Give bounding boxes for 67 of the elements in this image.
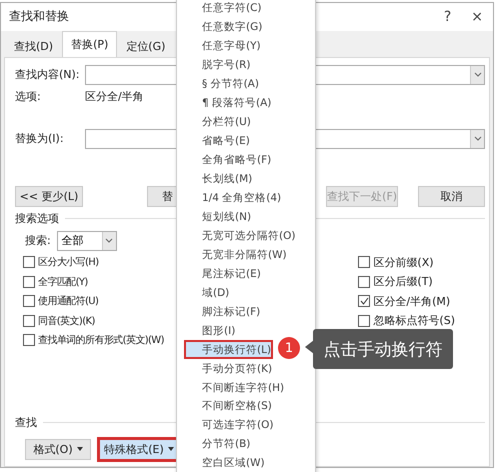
menu-item[interactable]: 空白区域(W) [184, 454, 272, 472]
checkbox[interactable] [23, 334, 35, 346]
checkbox-label: 区分全/半角(M) [373, 294, 450, 309]
checkbox-label: 同音(英文)(K) [38, 314, 95, 328]
dialog-button[interactable]: 取消 [418, 186, 485, 207]
chevron-down-icon [105, 238, 114, 243]
menu-item[interactable]: ¶ 段落符号(A) [184, 94, 274, 113]
checkbox-label: 区分前缀(X) [373, 254, 434, 270]
search-label: 搜索: [25, 233, 51, 248]
checkbox-label: 查找单词的所有形式(英文)(W) [38, 334, 164, 348]
checkbox-label: 忽略标点符号(S) [373, 313, 455, 328]
menu-item[interactable]: § 分节符(A) [184, 74, 272, 94]
field-label: 替换为(I): [15, 131, 65, 146]
checkbox[interactable] [358, 295, 370, 308]
menu-item[interactable]: 省略号(E) [184, 132, 272, 151]
checkbox-label: 使用通配符(U) [38, 294, 98, 308]
chevron-down-icon [474, 72, 482, 77]
menu-item[interactable]: 图形(I) [184, 321, 272, 340]
menu-item[interactable]: 可选连字符(O) [184, 416, 276, 435]
format-button[interactable]: 格式(O) [25, 438, 91, 460]
close-button[interactable]: × [471, 8, 483, 25]
checkbox[interactable] [358, 276, 370, 288]
section-title: 查找 [15, 414, 37, 430]
caret-icon [76, 447, 83, 451]
window-title: 查找和替换 [9, 8, 69, 26]
callout-tooltip: 点击手动换行符 [313, 329, 453, 369]
tab[interactable]: 替换(P) [62, 30, 118, 56]
options-value: 区分全/半角 [85, 89, 144, 104]
checkbox-label: 区分后缀(T) [373, 274, 433, 290]
search-select[interactable]: 全部 [56, 230, 117, 250]
menu-item[interactable]: 分栏符(U) [184, 112, 272, 132]
format-button[interactable]: 特殊格式(E) [99, 438, 179, 460]
chevron-down-icon [474, 136, 482, 141]
menu-item[interactable]: 尾注标记(E) [184, 264, 272, 284]
menu-item[interactable]: 任意字母(Y) [184, 36, 272, 56]
section-title: 搜索选项 [15, 211, 59, 226]
menu-item[interactable]: 短划线(N) [184, 207, 272, 226]
menu-item[interactable]: 手动换行符(L) [184, 340, 274, 360]
checkbox[interactable] [358, 256, 370, 268]
dialog-button[interactable]: << 更少(L) [15, 186, 83, 207]
checkbox-label: 全字匹配(Y) [38, 276, 88, 289]
menu-item[interactable]: 域(D) [184, 283, 272, 302]
checkbox[interactable] [23, 295, 35, 308]
field-label: 查找内容(N): [15, 67, 81, 82]
menu-item[interactable]: 脚注标记(F) [184, 302, 272, 322]
checkbox-label: 区分大小写(H) [38, 256, 99, 270]
options-label: 选项: [15, 89, 42, 104]
menu-item[interactable]: 任意数字(G) [184, 18, 272, 37]
menu-item[interactable]: 不间断连字符(H) [184, 378, 286, 398]
checkbox[interactable] [23, 314, 35, 327]
menu-item[interactable]: 脱字号(R) [184, 56, 272, 75]
menu-item[interactable]: 不间断空格(S) [184, 397, 274, 416]
menu-item[interactable]: 全角省略号(F) [184, 150, 274, 170]
checkbox[interactable] [23, 276, 35, 288]
checkbox[interactable] [23, 256, 35, 268]
help-button[interactable]: ? [444, 8, 452, 25]
caret-icon [168, 447, 174, 451]
menu-item[interactable]: 长划线(M) [184, 170, 272, 189]
menu-item[interactable]: 1/4 全角空格(4) [184, 188, 284, 208]
tab[interactable]: 定位(G) [117, 34, 174, 56]
menu-item[interactable]: 无宽非分隔符(W) [184, 245, 289, 264]
checkbox[interactable] [358, 314, 370, 327]
menu-item[interactable]: 手动分页符(K) [184, 359, 274, 378]
menu-item[interactable]: 任意字符(C) [184, 0, 272, 18]
tab[interactable]: 查找(D) [5, 34, 62, 56]
menu-item[interactable]: 分节符(B) [184, 434, 272, 454]
menu-item[interactable]: 无宽可选分隔符(O) [184, 226, 298, 246]
